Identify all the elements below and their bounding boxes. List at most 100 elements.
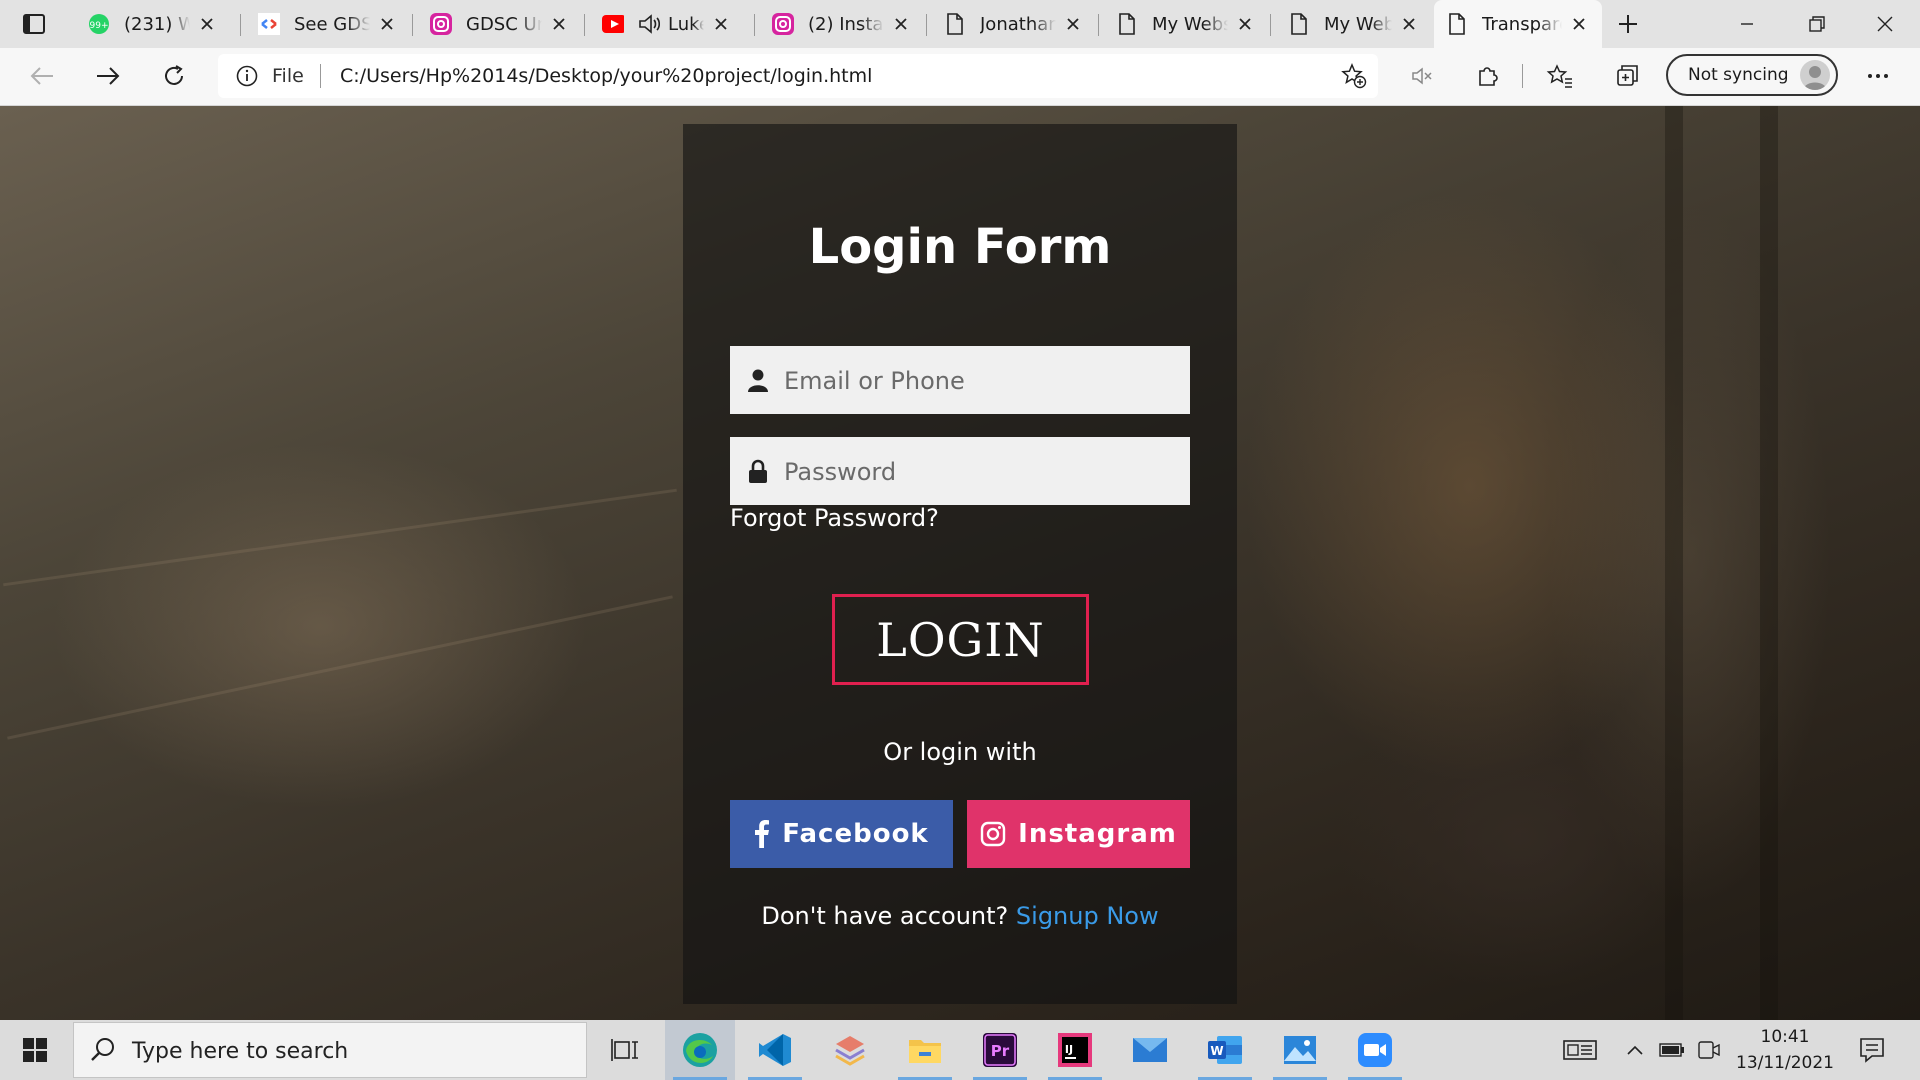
tray-overflow-button[interactable]: [1620, 1034, 1650, 1066]
close-icon[interactable]: [1234, 13, 1256, 35]
windows-logo-icon: [23, 1038, 47, 1062]
favorites-button[interactable]: [1540, 58, 1580, 94]
info-icon[interactable]: [236, 65, 258, 91]
background-floor-line: [3, 488, 677, 587]
tab-title: (2) Instagram: [808, 13, 884, 35]
tab-title: Jonathan: [980, 13, 1056, 35]
tab-jonathan[interactable]: Jonathan: [934, 0, 1094, 48]
taskbar-zoom[interactable]: [1340, 1020, 1410, 1080]
collections-button[interactable]: [1608, 58, 1648, 94]
close-icon[interactable]: [710, 13, 732, 35]
folder-icon: [909, 1040, 941, 1063]
plus-icon: [1619, 15, 1637, 33]
edge-icon: [683, 1033, 717, 1067]
news-icon: [1563, 1040, 1597, 1060]
start-button[interactable]: [0, 1020, 70, 1080]
restore-icon: [1809, 16, 1825, 32]
add-favorite-icon[interactable]: [1340, 62, 1368, 94]
extensions-button[interactable]: [1468, 58, 1508, 94]
new-tab-button[interactable]: [1610, 10, 1646, 38]
tab-title: My Website: [1152, 13, 1228, 35]
tab-separator: [584, 14, 585, 36]
taskbar-word[interactable]: W: [1190, 1020, 1260, 1080]
intellij-icon: IJ: [1058, 1033, 1092, 1067]
toolbar-separator: [1522, 64, 1523, 88]
browser-toolbar: File C:/Users/Hp%2014s/Desktop/your%20pr…: [0, 48, 1920, 106]
tab-my-website-2[interactable]: My Website: [1278, 0, 1430, 48]
background-window-frame: [1760, 106, 1778, 1020]
camera-icon: [1698, 1041, 1720, 1059]
speaker-icon[interactable]: [638, 13, 660, 35]
tab-gdsc[interactable]: See GDSC: [248, 0, 408, 48]
tab-actions-icon: [23, 14, 45, 34]
close-icon[interactable]: [548, 13, 570, 35]
close-window-button[interactable]: [1850, 0, 1920, 48]
page-viewport: Login Form Forgot Password? LOGIN Or log…: [0, 106, 1920, 1020]
tray-news-widget[interactable]: [1560, 1034, 1600, 1066]
url-text[interactable]: C:/Users/Hp%2014s/Desktop/your%20project…: [340, 65, 872, 87]
tab-my-website[interactable]: My Website: [1106, 0, 1266, 48]
tab-actions-menu-button[interactable]: [16, 10, 52, 38]
login-button[interactable]: LOGIN: [832, 594, 1089, 685]
task-view-button[interactable]: [590, 1020, 660, 1080]
close-icon[interactable]: [890, 13, 912, 35]
whatsapp-icon: 99+: [88, 13, 110, 35]
password-field[interactable]: [730, 437, 1190, 507]
tab-transparent[interactable]: Transparent: [1434, 0, 1602, 48]
taskbar-clock[interactable]: 10:41 13/11/2021: [1730, 1024, 1840, 1076]
taskbar-premiere[interactable]: Pr: [965, 1020, 1035, 1080]
forgot-password-link[interactable]: Forgot Password?: [730, 504, 939, 532]
taskbar-file-explorer[interactable]: [890, 1020, 960, 1080]
facebook-icon: [754, 820, 770, 848]
taskbar-photos[interactable]: [1265, 1020, 1335, 1080]
taskbar-stack-app[interactable]: [815, 1020, 885, 1080]
address-bar[interactable]: File C:/Users/Hp%2014s/Desktop/your%20pr…: [218, 54, 1378, 98]
windows-taskbar: Type here to search Pr IJ W 10:41 13/11/…: [0, 1020, 1920, 1080]
settings-more-button[interactable]: [1858, 58, 1898, 94]
tray-meet-now[interactable]: [1694, 1034, 1724, 1066]
notification-center-button[interactable]: [1852, 1034, 1892, 1066]
email-input[interactable]: [782, 346, 1176, 416]
tab-youtube[interactable]: Luke: [592, 0, 742, 48]
taskbar-intellij[interactable]: IJ: [1040, 1020, 1110, 1080]
taskbar-vscode[interactable]: [740, 1020, 810, 1080]
battery-icon: [1659, 1043, 1684, 1057]
back-button[interactable]: [22, 58, 62, 94]
tab-instagram[interactable]: (2) Instagram: [762, 0, 922, 48]
tab-gdsc-instagram[interactable]: GDSC University: [420, 0, 580, 48]
taskbar-mail[interactable]: [1115, 1020, 1185, 1080]
forward-button[interactable]: [88, 58, 128, 94]
arrow-left-icon: [30, 67, 53, 85]
premiere-icon: Pr: [983, 1033, 1017, 1067]
close-icon[interactable]: [376, 13, 398, 35]
close-icon[interactable]: [1568, 13, 1590, 35]
read-aloud-button[interactable]: [1402, 58, 1442, 94]
close-icon[interactable]: [1398, 13, 1420, 35]
profile-sync-button[interactable]: Not syncing: [1666, 54, 1838, 96]
tray-battery[interactable]: [1656, 1034, 1688, 1066]
svg-text:99+: 99+: [90, 21, 109, 31]
facebook-login-button[interactable]: Facebook: [730, 800, 953, 868]
password-input[interactable]: [782, 437, 1176, 507]
close-icon[interactable]: [1062, 13, 1084, 35]
page-icon: [1446, 13, 1468, 35]
refresh-button[interactable]: [154, 58, 194, 94]
mail-icon: [1133, 1038, 1167, 1062]
collections-icon: [1617, 65, 1638, 86]
tab-whatsapp[interactable]: 99+ (231) WhatsApp: [78, 0, 228, 48]
taskbar-search-box[interactable]: Type here to search: [73, 1022, 587, 1078]
sync-status-label: Not syncing: [1688, 65, 1789, 85]
signup-prompt: Don't have account?: [761, 902, 1009, 930]
tab-separator: [412, 14, 413, 36]
email-field[interactable]: [730, 346, 1190, 416]
page-icon: [1116, 13, 1138, 35]
restore-button[interactable]: [1782, 0, 1852, 48]
taskbar-edge[interactable]: [665, 1020, 735, 1080]
stack-icon: [835, 1036, 865, 1066]
minimize-button[interactable]: [1712, 0, 1782, 48]
search-placeholder: Type here to search: [132, 1039, 349, 1064]
close-icon[interactable]: [196, 13, 218, 35]
signup-link[interactable]: Signup Now: [1016, 902, 1159, 930]
instagram-login-button[interactable]: Instagram: [967, 800, 1190, 868]
favorites-icon: [1546, 64, 1572, 88]
